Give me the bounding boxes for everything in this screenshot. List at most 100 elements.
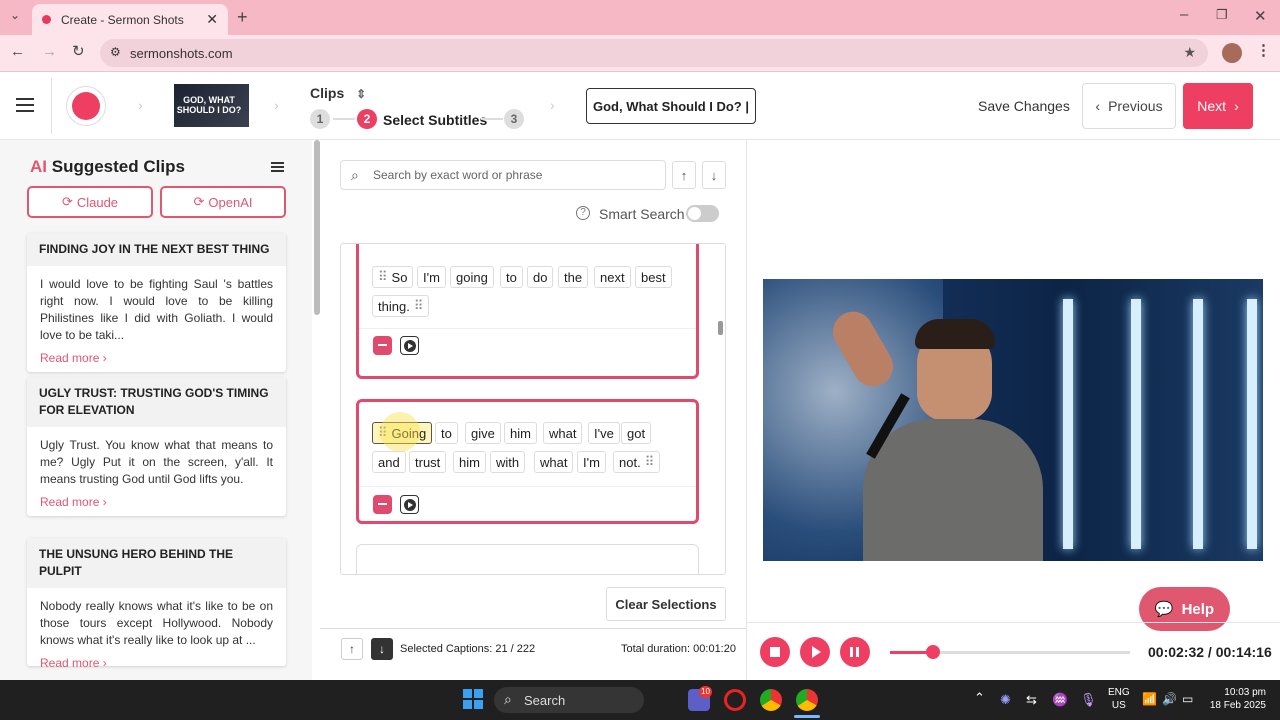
suggested-clip-card[interactable]: UGLY TRUST: TRUSTING GOD'S TIMING FOR EL…	[27, 377, 286, 516]
read-more-link[interactable]: Read more ›	[27, 344, 286, 372]
clips-dropdown[interactable]: Clips ⇕	[310, 85, 366, 101]
scroll-up-button[interactable]: ↑	[341, 638, 363, 660]
tray-chevron-icon[interactable]: ⌃	[974, 690, 985, 706]
caption-word[interactable]: him	[453, 451, 486, 473]
caption-word[interactable]: to	[435, 422, 458, 444]
search-next-button[interactable]: ↓	[702, 161, 726, 189]
clip-title-input[interactable]: God, What Should I Do? |	[586, 88, 756, 124]
bookmark-star-icon[interactable]: ★	[1183, 44, 1196, 61]
active-app-indicator	[794, 715, 820, 718]
caption-word[interactable]: I've	[588, 422, 620, 444]
tray-network-icon[interactable]: ⇆	[1026, 692, 1037, 708]
breadcrumb-chevron-icon: ›	[550, 97, 555, 113]
help-circle-icon[interactable]: ?	[576, 206, 590, 220]
caption-word[interactable]: him	[504, 422, 537, 444]
caption-word[interactable]: to	[500, 266, 523, 288]
maximize-icon[interactable]: ❐	[1216, 7, 1228, 23]
back-icon[interactable]: ←	[10, 43, 25, 60]
caption-word[interactable]: I'm	[417, 266, 446, 288]
drag-handle-icon[interactable]: ⠿	[645, 454, 655, 470]
minimize-icon[interactable]: –	[1180, 6, 1188, 23]
pause-button[interactable]	[840, 637, 870, 667]
caption-word[interactable]: what	[543, 422, 583, 444]
record-button[interactable]	[66, 86, 106, 126]
close-window-icon[interactable]: ✕	[1254, 7, 1267, 25]
suggested-clip-card[interactable]: THE UNSUNG HERO BEHIND THE PULPIT Nobody…	[27, 538, 286, 670]
search-prev-button[interactable]: ↑	[672, 161, 696, 189]
caption-list-scrollbar[interactable]	[718, 321, 723, 335]
claude-button[interactable]: ⟳ Claude	[27, 186, 153, 218]
play-group-button[interactable]	[400, 495, 419, 514]
tab-list-chevron-icon[interactable]: ⌄	[10, 8, 20, 22]
drag-handle-icon[interactable]: ⠿	[414, 298, 424, 314]
caption-group-partial[interactable]	[356, 544, 699, 574]
caption-word[interactable]: with	[490, 451, 526, 473]
next-button[interactable]: Next ›	[1183, 83, 1253, 129]
sermon-thumbnail[interactable]: GOD, WHAT SHOULD I DO?	[174, 84, 249, 127]
caption-word[interactable]: thing. ⠿	[372, 295, 430, 317]
remove-group-button[interactable]	[373, 336, 392, 355]
caption-group[interactable]: ⠿ So I'm going to do the next best thing.…	[356, 244, 699, 379]
openai-button[interactable]: ⟳ OpenAI	[160, 186, 286, 218]
drag-handle-icon[interactable]: ⠿	[378, 269, 388, 285]
volume-icon[interactable]: 🔊	[1162, 692, 1177, 706]
tray-app-icon[interactable]: ✺	[1000, 692, 1011, 708]
forward-icon[interactable]: →	[42, 43, 57, 60]
caption-word[interactable]: what	[534, 451, 574, 473]
caption-footer: ↑ ↓ Selected Captions: 21 / 222 Total du…	[320, 628, 746, 680]
step-1[interactable]: 1	[310, 109, 330, 129]
video-player[interactable]	[763, 279, 1263, 561]
caption-word[interactable]: going	[450, 266, 494, 288]
opera-icon[interactable]	[724, 689, 746, 711]
hamburger-menu-icon[interactable]	[16, 94, 34, 116]
stop-button[interactable]	[760, 637, 790, 667]
read-more-link[interactable]: Read more ›	[27, 488, 286, 516]
caption-word[interactable]: give	[465, 422, 501, 444]
caption-word[interactable]: not. ⠿	[613, 451, 661, 473]
taskbar-search[interactable]: ⌕ Search	[494, 687, 644, 713]
caption-word[interactable]: do	[527, 266, 554, 288]
help-button[interactable]: 💬 Help	[1139, 587, 1230, 631]
scroll-down-button[interactable]: ↓	[371, 638, 393, 660]
reload-icon[interactable]: ↻	[72, 42, 85, 60]
chrome-icon[interactable]	[760, 689, 782, 711]
new-tab-icon[interactable]: +	[237, 7, 248, 28]
search-input[interactable]: ⌕ Search by exact word or phrase	[340, 160, 666, 190]
smart-search-label: Smart Search	[599, 206, 685, 222]
previous-button[interactable]: ‹ Previous	[1082, 83, 1176, 129]
play-group-button[interactable]	[400, 336, 419, 355]
caption-word[interactable]: I'm	[577, 451, 606, 473]
wifi-icon[interactable]: 📶	[1142, 692, 1157, 706]
address-bar[interactable]: ⚙ sermonshots.com ★	[100, 39, 1208, 67]
list-menu-icon[interactable]	[271, 160, 284, 174]
microphone-icon[interactable]: 🎙	[1080, 692, 1097, 708]
battery-icon[interactable]: ▭	[1182, 692, 1193, 706]
step-3[interactable]: 3	[504, 109, 524, 129]
browser-tab[interactable]: Create - Sermon Shots ✕	[32, 4, 228, 35]
site-info-icon[interactable]: ⚙	[110, 45, 121, 59]
remove-group-button[interactable]	[373, 495, 392, 514]
caption-group[interactable]: ⠿ Going to give him what I've got and tru…	[356, 399, 699, 524]
read-more-link[interactable]: Read more ›	[27, 649, 286, 677]
profile-avatar[interactable]	[1222, 43, 1242, 63]
step-2[interactable]: 2	[357, 109, 377, 129]
caption-word[interactable]: best	[635, 266, 672, 288]
caption-word[interactable]: ⠿ So	[372, 266, 414, 288]
play-button[interactable]	[800, 637, 830, 667]
suggested-clip-card[interactable]: FINDING JOY IN THE NEXT BEST THING I wou…	[27, 233, 286, 372]
caption-word[interactable]: and	[372, 451, 406, 473]
language-indicator[interactable]: ENG US	[1108, 686, 1130, 712]
windows-start-icon[interactable]	[463, 689, 483, 709]
caption-word[interactable]: the	[558, 266, 589, 288]
caption-word[interactable]: got	[621, 422, 652, 444]
tray-icon[interactable]: ♒	[1052, 692, 1068, 708]
caption-word[interactable]: trust	[409, 451, 447, 473]
clear-selections-button[interactable]: Clear Selections	[606, 587, 726, 621]
caption-word[interactable]: next	[594, 266, 631, 288]
browser-menu-icon[interactable]: ⋮	[1256, 41, 1271, 59]
save-changes-button[interactable]: Save Changes	[978, 98, 1070, 114]
smart-search-toggle[interactable]	[686, 205, 719, 222]
chrome-profile-icon[interactable]	[796, 689, 818, 711]
clock[interactable]: 10:03 pm 18 Feb 2025	[1208, 686, 1266, 712]
close-tab-icon[interactable]: ✕	[206, 11, 218, 28]
